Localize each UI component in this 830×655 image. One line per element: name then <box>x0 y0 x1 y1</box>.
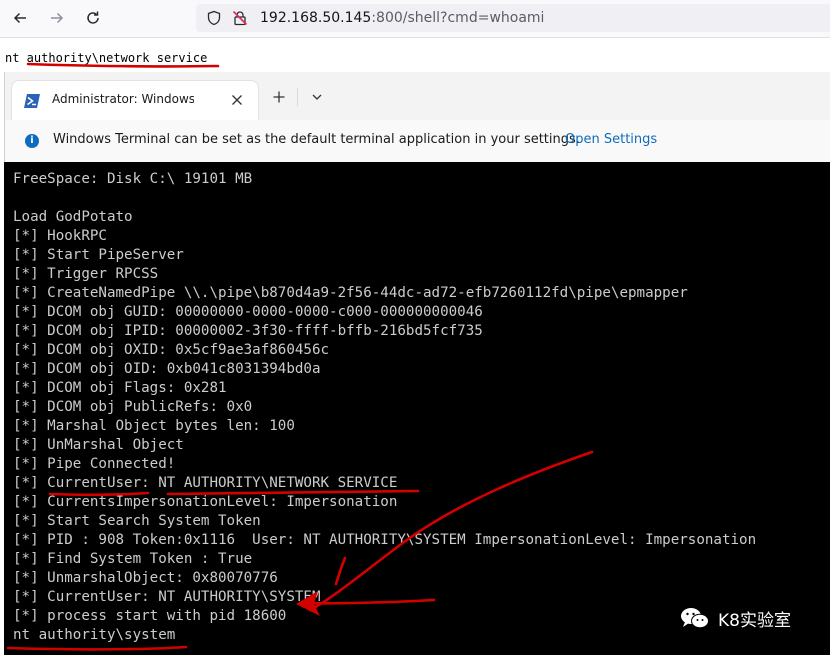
powershell-icon <box>24 94 40 108</box>
tab-title: Administrator: Windows PowerShell <box>52 92 194 106</box>
url-path: :800/shell?cmd=whoami <box>371 10 545 26</box>
reload-button[interactable] <box>81 6 105 30</box>
forward-icon <box>51 12 64 24</box>
reload-icon <box>87 11 99 24</box>
console-line: [*] Start PipeServer <box>13 247 184 263</box>
console-line: [*] UnMarshal Object <box>13 437 184 453</box>
console-line: [*] CreateNamedPipe \\.\pipe\b870d4a9-2f… <box>13 285 688 301</box>
terminal-tab[interactable]: Administrator: Windows PowerShell <box>11 80 259 121</box>
open-settings-link[interactable]: Open Settings <box>565 132 657 147</box>
console-line: [*] DCOM obj GUID: 00000000-0000-0000-c0… <box>13 304 483 320</box>
forward-button[interactable] <box>45 6 69 30</box>
console-line: [*] Marshal Object bytes len: 100 <box>13 418 295 434</box>
back-icon <box>13 12 26 24</box>
console-line: [*] Start Search System Token <box>13 513 261 529</box>
new-tab-button[interactable] <box>267 86 291 108</box>
tab-close-button[interactable] <box>226 89 248 111</box>
console-line: [*] DCOM obj OXID: 0x5cf9ae3af860456c <box>13 342 330 358</box>
console-line: [*] UnmarshalObject: 0x80070776 <box>13 570 278 586</box>
console-line: [*] Trigger RPCSS <box>13 266 159 282</box>
chevron-down-icon <box>312 94 322 100</box>
console-line: [*] CurrentsImpersonationLevel: Imperson… <box>13 494 398 510</box>
terminal-titlebar: Administrator: Windows PowerShell <box>4 72 830 121</box>
console-line: Load GodPotato <box>13 209 133 225</box>
insecure-lock-icon[interactable] <box>232 10 248 26</box>
wechat-icon <box>681 608 709 629</box>
console-line: [*] DCOM obj OID: 0xb041c8031394bd0a <box>13 361 321 377</box>
console-line: [*] PID : 908 Token:0x1116 User: NT AUTH… <box>13 532 757 548</box>
plus-icon <box>273 91 285 103</box>
console-line: [*] CurrentUser: NT AUTHORITY\NETWORK SE… <box>13 475 398 491</box>
watermark-text: K8实验室 <box>718 610 791 631</box>
console-line: [*] Pipe Connected! <box>13 456 176 472</box>
tab-dropdown-button[interactable] <box>305 86 329 108</box>
terminal-window: Administrator: Windows PowerShell i Wind… <box>4 72 830 655</box>
console-line: [*] DCOM obj PublicRefs: 0x0 <box>13 399 253 415</box>
console-line: [*] Find System Token : True <box>13 551 253 567</box>
watermark: K8实验室 <box>680 604 791 632</box>
browser-toolbar: 192.168.50.145:800/shell?cmd=whoami <box>0 0 830 38</box>
info-message: Windows Terminal can be set as the defau… <box>53 132 580 147</box>
console-output[interactable]: FreeSpace: Disk C:\ 19101 MB Load GodPota… <box>13 170 823 645</box>
close-icon <box>232 95 242 105</box>
console-line: [*] DCOM obj IPID: 00000002-3f30-ffff-bf… <box>13 323 483 339</box>
console-line: [*] HookRPC <box>13 228 107 244</box>
url-host: 192.168.50.145 <box>260 10 372 26</box>
info-icon: i <box>25 134 39 148</box>
info-bar: i Windows Terminal can be set as the def… <box>4 120 830 162</box>
console-line: FreeSpace: Disk C:\ 19101 MB <box>13 171 253 187</box>
shield-icon[interactable] <box>206 10 222 26</box>
url-bar[interactable]: 192.168.50.145:800/shell?cmd=whoami <box>196 4 830 32</box>
back-button[interactable] <box>8 6 32 30</box>
url-text[interactable]: 192.168.50.145:800/shell?cmd=whoami <box>260 9 544 27</box>
command-output: nt authority\network service <box>5 51 208 65</box>
console-line: [*] DCOM obj Flags: 0x281 <box>13 380 227 396</box>
tab-separator <box>297 88 298 106</box>
